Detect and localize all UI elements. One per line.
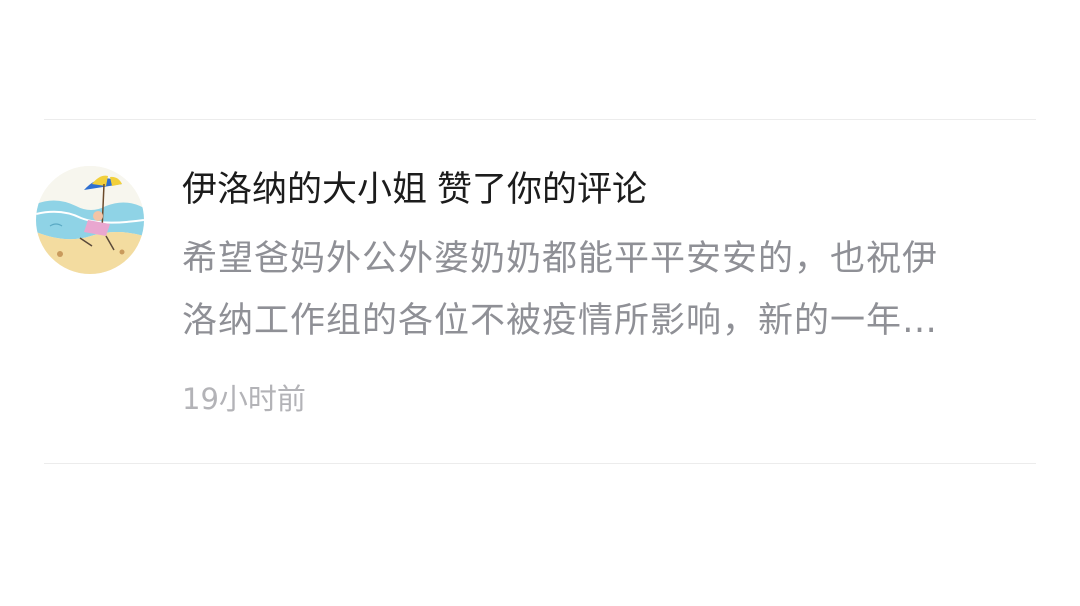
user-name-link[interactable]: 伊洛纳的大小姐 [182, 170, 427, 210]
like-notification-item[interactable]: 伊洛纳的大小姐 赞了你的评论 希望爸妈外公外婆奶奶都能平平安安的，也祝伊 洛纳工作… [0, 120, 1080, 463]
timestamp: 19小时前 [182, 382, 306, 416]
notifications-page: 伊洛纳的大小姐 赞了你的评论 希望爸妈外公外婆奶奶都能平平安安的，也祝伊 洛纳工作… [0, 0, 1080, 606]
notification-title: 伊洛纳的大小姐 赞了你的评论 [182, 168, 647, 212]
beach-umbrella-avatar-icon [36, 166, 144, 274]
comment-line: 希望爸妈外公外婆奶奶都能平平安安的，也祝伊 [182, 239, 939, 279]
comment-preview[interactable]: 希望爸妈外公外婆奶奶都能平平安安的，也祝伊 洛纳工作组的各位不被疫情所影响，新的… [182, 228, 1012, 352]
user-avatar[interactable] [36, 166, 144, 274]
action-text: 赞了你的评论 [437, 170, 648, 210]
comment-line: 洛纳工作组的各位不被疫情所影响，新的一年… [182, 301, 939, 341]
list-divider [44, 463, 1036, 464]
